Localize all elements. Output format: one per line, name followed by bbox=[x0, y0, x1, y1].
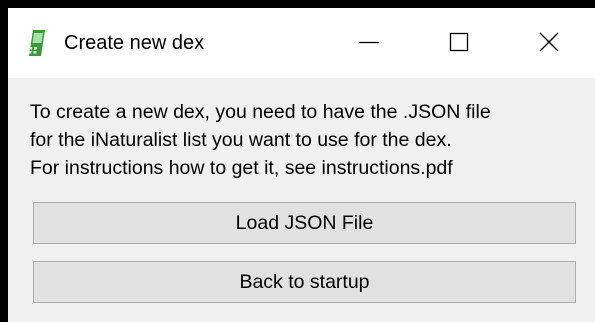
minimize-button[interactable] bbox=[346, 20, 392, 64]
load-json-button[interactable]: Load JSON File bbox=[33, 202, 576, 244]
green-device-icon bbox=[28, 30, 46, 56]
close-button[interactable] bbox=[526, 20, 572, 64]
minimize-icon bbox=[359, 41, 379, 44]
instructions-text: To create a new dex, you need to have th… bbox=[30, 98, 590, 182]
maximize-button[interactable] bbox=[436, 20, 482, 64]
title-bar[interactable]: Create new dex bbox=[8, 8, 595, 78]
instructions-line-1: To create a new dex, you need to have th… bbox=[30, 101, 491, 123]
instructions-line-2: for the iNaturalist list you want to use… bbox=[30, 129, 452, 151]
instructions-line-3: For instructions how to get it, see inst… bbox=[30, 157, 453, 179]
back-to-startup-button[interactable]: Back to startup bbox=[33, 261, 576, 303]
window-title: Create new dex bbox=[64, 32, 205, 54]
maximize-icon bbox=[449, 32, 469, 52]
close-icon bbox=[539, 32, 559, 52]
dialog-window: Create new dex To create a new dex, you … bbox=[0, 0, 595, 322]
dialog-content: To create a new dex, you need to have th… bbox=[8, 78, 595, 322]
